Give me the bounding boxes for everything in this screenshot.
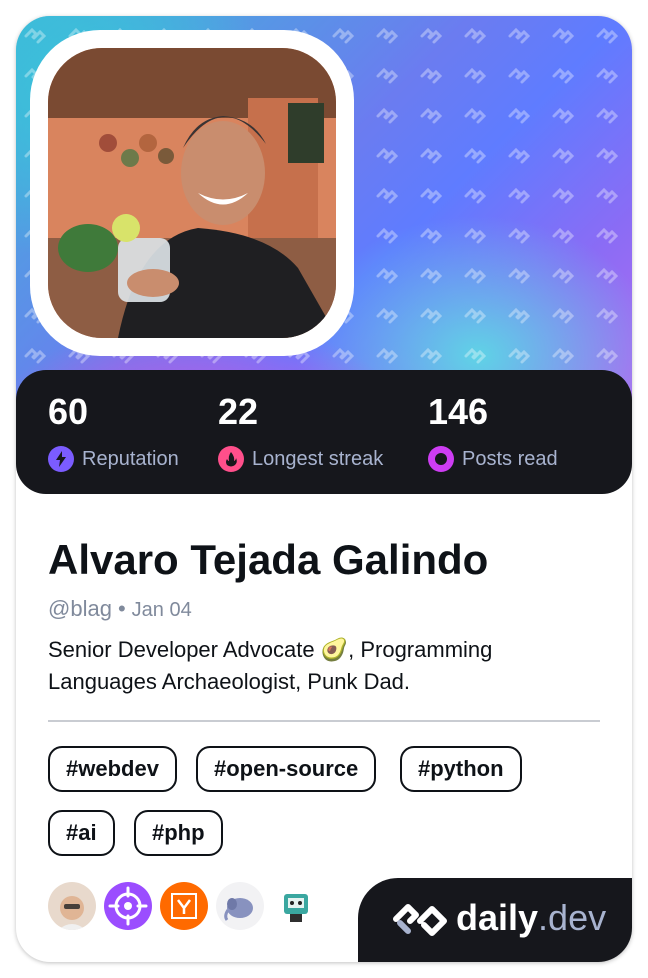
robot-mascot-icon[interactable] (272, 882, 320, 930)
stat-label: Longest streak (252, 448, 384, 470)
brand-suffix: .dev (538, 897, 607, 938)
stat-label: Reputation (82, 448, 179, 470)
stat-reputation: 60 Reputation (48, 392, 179, 472)
hacker-news-icon[interactable] (160, 882, 208, 930)
profile-card: 60 Reputation 22 Longest streak 146 Post… (16, 16, 632, 962)
tag-php[interactable]: #php (134, 810, 223, 856)
brand-name: daily (456, 897, 539, 938)
stat-longest-streak: 22 Longest streak (218, 392, 383, 472)
memoji-avatar-icon[interactable] (48, 882, 96, 930)
profile-handle[interactable]: @blag (48, 596, 112, 621)
divider (48, 720, 600, 722)
brand-wordmark: daily.dev (456, 898, 606, 938)
tag-ai[interactable]: #ai (48, 810, 115, 856)
stat-posts-read: 146 Posts read (428, 392, 558, 472)
flame-icon (218, 446, 244, 472)
profile-bio: Senior Developer Advocate 🥑, Programming… (48, 637, 493, 694)
meta-separator: • (117, 596, 126, 621)
joined-date: Jan 04 (131, 599, 192, 621)
stat-label-row: Posts read (428, 446, 558, 472)
tag-webdev[interactable]: #webdev (48, 746, 177, 792)
tag-python[interactable]: #python (400, 746, 522, 792)
crosshair-icon[interactable] (104, 882, 152, 930)
profile-meta: @blag • Jan 04 (48, 596, 192, 623)
stat-label: Posts read (462, 448, 558, 470)
cover-background (16, 16, 632, 416)
stat-label-row: Longest streak (218, 446, 383, 472)
stat-value: 60 (48, 391, 89, 432)
stat-value: 22 (218, 391, 259, 432)
tag-open-source[interactable]: #open-source (196, 746, 377, 792)
avatar-photo (48, 48, 336, 338)
daily-dev-brand[interactable]: daily.dev (358, 878, 632, 962)
php-elephant-icon[interactable] (216, 882, 264, 930)
avatar[interactable] (48, 48, 336, 338)
profile-name: Alvaro Tejada Galindo (48, 536, 489, 583)
stat-label-row: Reputation (48, 446, 179, 472)
bolt-icon (48, 446, 74, 472)
ring-icon (428, 446, 454, 472)
avatar-frame (30, 30, 354, 356)
stat-value: 146 (428, 391, 489, 432)
daily-dev-logo-icon (393, 904, 447, 936)
stats-bar: 60 Reputation 22 Longest streak 146 Post… (16, 370, 632, 494)
